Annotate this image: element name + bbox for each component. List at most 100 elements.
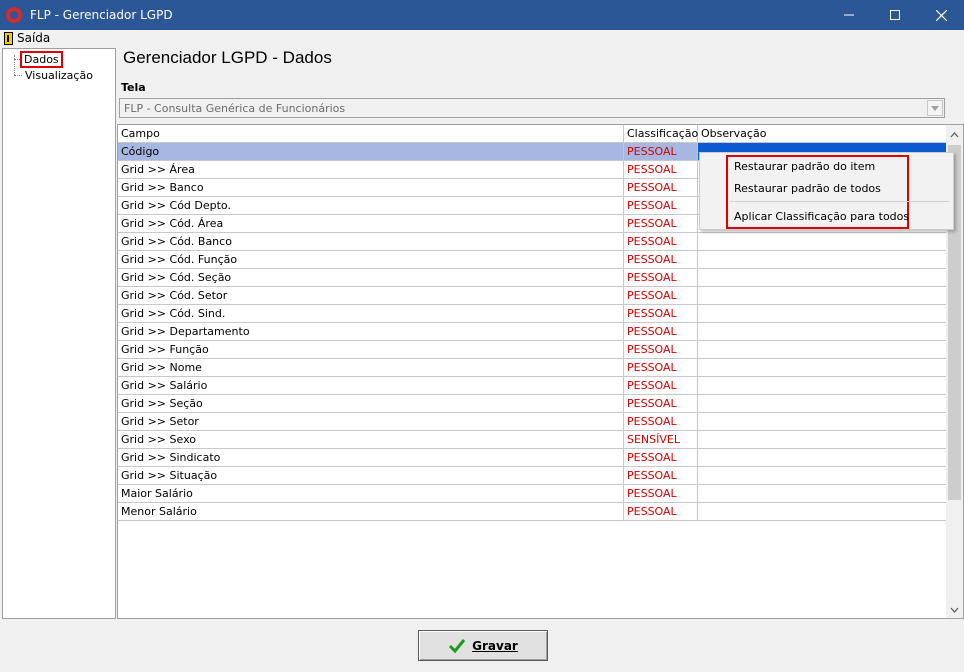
cell-classificacao[interactable]: PESSOAL [624,503,698,521]
cell-campo[interactable]: Grid >> Salário [118,377,624,395]
window-controls [826,0,964,30]
maximize-button[interactable] [872,0,918,30]
dropdown-arrow-icon[interactable] [927,100,943,116]
cell-observacao[interactable] [698,485,947,503]
table-row[interactable]: Menor Salário PESSOAL [118,503,947,521]
cell-campo[interactable]: Grid >> Cód. Função [118,251,624,269]
cell-campo[interactable]: Menor Salário [118,503,624,521]
minimize-button[interactable] [826,0,872,30]
table-row[interactable]: Grid >> Cód. Função PESSOAL [118,251,947,269]
cell-campo[interactable]: Grid >> Banco [118,179,624,197]
menu-item-aplicar-todos[interactable]: Aplicar Classificação para todos [734,210,909,223]
scroll-down-arrow-icon[interactable] [946,601,963,618]
grid-header: Campo Classificação Observação [118,125,947,143]
table-row[interactable]: Grid >> Sindicato PESSOAL [118,449,947,467]
cell-observacao[interactable] [698,233,947,251]
cell-classificacao[interactable]: PESSOAL [624,215,698,233]
exit-door-icon [4,31,13,45]
cell-classificacao[interactable]: SENSÍVEL [624,431,698,449]
tree-connector [14,59,22,60]
context-menu: Restaurar padrão do item Restaurar padrã… [699,152,954,230]
navigation-tree: Dados Visualização [2,48,116,619]
table-row[interactable]: Grid >> Departamento PESSOAL [118,323,947,341]
column-header-campo[interactable]: Campo [118,125,624,143]
save-button[interactable]: Gravar [418,630,548,661]
cell-campo[interactable]: Maior Salário [118,485,624,503]
cell-observacao[interactable] [698,251,947,269]
cell-campo[interactable]: Grid >> Cód. Setor [118,287,624,305]
cell-classificacao[interactable]: PESSOAL [624,197,698,215]
table-row[interactable]: Grid >> Situação PESSOAL [118,467,947,485]
table-row[interactable]: Grid >> Sexo SENSÍVEL [118,431,947,449]
table-row[interactable]: Maior Salário PESSOAL [118,485,947,503]
table-row[interactable]: Grid >> Cód. Setor PESSOAL [118,287,947,305]
cell-classificacao[interactable]: PESSOAL [624,323,698,341]
cell-observacao[interactable] [698,323,947,341]
close-button[interactable] [918,0,964,30]
menu-item-restaurar-todos[interactable]: Restaurar padrão de todos [734,182,881,195]
cell-classificacao[interactable]: PESSOAL [624,377,698,395]
cell-classificacao[interactable]: PESSOAL [624,395,698,413]
cell-campo[interactable]: Grid >> Função [118,341,624,359]
cell-classificacao[interactable]: PESSOAL [624,251,698,269]
table-row[interactable]: Grid >> Cód. Banco PESSOAL [118,233,947,251]
cell-campo[interactable]: Grid >> Cód. Seção [118,269,624,287]
cell-campo[interactable]: Grid >> Sindicato [118,449,624,467]
column-header-observacao[interactable]: Observação [698,125,947,143]
cell-classificacao[interactable]: PESSOAL [624,359,698,377]
cell-campo[interactable]: Grid >> Seção [118,395,624,413]
cell-observacao[interactable] [698,341,947,359]
tree-connector [14,55,15,75]
cell-observacao[interactable] [698,359,947,377]
cell-campo[interactable]: Grid >> Cód. Sind. [118,305,624,323]
tela-dropdown[interactable]: FLP - Consulta Genérica de Funcionários [119,98,945,118]
cell-classificacao[interactable]: PESSOAL [624,485,698,503]
scroll-up-arrow-icon[interactable] [946,126,963,143]
tree-item-dados[interactable]: Dados [20,50,63,68]
table-row[interactable]: Grid >> Nome PESSOAL [118,359,947,377]
cell-observacao[interactable] [698,413,947,431]
cell-campo[interactable]: Grid >> Área [118,161,624,179]
cell-classificacao[interactable]: PESSOAL [624,341,698,359]
menu-item-saida[interactable]: Saída [17,31,50,45]
cell-campo[interactable]: Grid >> Situação [118,467,624,485]
menu-item-restaurar-item[interactable]: Restaurar padrão do item [734,160,875,173]
table-row[interactable]: Grid >> Setor PESSOAL [118,413,947,431]
cell-campo[interactable]: Grid >> Cód. Banco [118,233,624,251]
table-row[interactable]: Grid >> Seção PESSOAL [118,395,947,413]
cell-classificacao[interactable]: PESSOAL [624,161,698,179]
cell-classificacao[interactable]: PESSOAL [624,143,698,161]
cell-observacao[interactable] [698,449,947,467]
cell-observacao[interactable] [698,467,947,485]
table-row[interactable]: Grid >> Cód. Sind. PESSOAL [118,305,947,323]
cell-campo[interactable]: Grid >> Setor [118,413,624,431]
cell-observacao[interactable] [698,431,947,449]
cell-campo[interactable]: Grid >> Sexo [118,431,624,449]
table-row[interactable]: Grid >> Função PESSOAL [118,341,947,359]
cell-classificacao[interactable]: PESSOAL [624,467,698,485]
cell-campo[interactable]: Grid >> Nome [118,359,624,377]
cell-classificacao[interactable]: PESSOAL [624,269,698,287]
cell-campo[interactable]: Grid >> Departamento [118,323,624,341]
cell-observacao[interactable] [698,305,947,323]
cell-observacao[interactable] [698,503,947,521]
cell-campo[interactable]: Grid >> Cód Depto. [118,197,624,215]
table-row[interactable]: Grid >> Salário PESSOAL [118,377,947,395]
tree-connector [14,75,22,76]
cell-observacao[interactable] [698,287,947,305]
cell-classificacao[interactable]: PESSOAL [624,287,698,305]
cell-observacao[interactable] [698,377,947,395]
tree-item-visualizacao[interactable]: Visualização [23,67,95,83]
cell-campo[interactable]: Código [118,143,624,161]
cell-observacao[interactable] [698,395,947,413]
table-row[interactable]: Grid >> Cód. Seção PESSOAL [118,269,947,287]
cell-observacao[interactable] [698,269,947,287]
column-header-classificacao[interactable]: Classificação [624,125,698,143]
menu-separator [730,201,949,202]
cell-classificacao[interactable]: PESSOAL [624,305,698,323]
cell-classificacao[interactable]: PESSOAL [624,413,698,431]
cell-campo[interactable]: Grid >> Cód. Área [118,215,624,233]
cell-classificacao[interactable]: PESSOAL [624,449,698,467]
cell-classificacao[interactable]: PESSOAL [624,179,698,197]
cell-classificacao[interactable]: PESSOAL [624,233,698,251]
